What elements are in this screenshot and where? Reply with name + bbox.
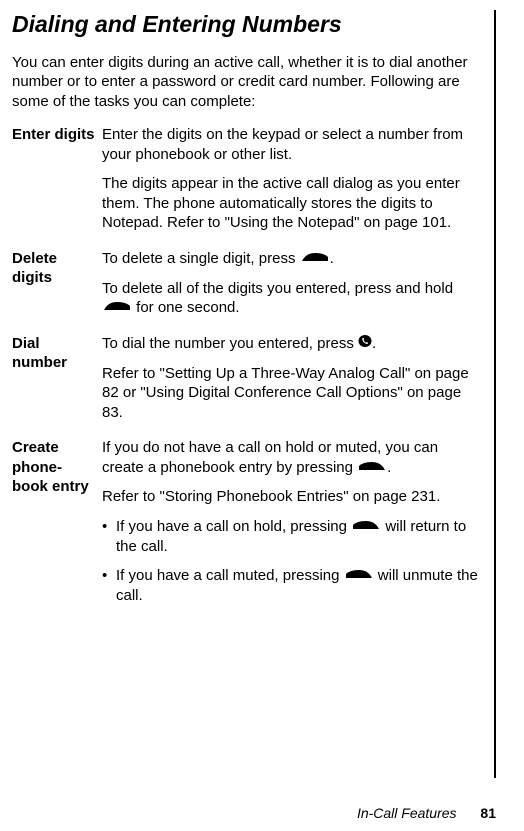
create-bullet-2: If you have a call muted, pressing will … [102, 566, 478, 605]
label-dial-number: Dial number [12, 334, 102, 432]
enter-p1: Enter the digits on the keypad or select… [102, 125, 478, 164]
enter-p2: The digits appear in the active call dia… [102, 174, 478, 233]
send-key-icon [358, 334, 372, 354]
create-p2: Refer to "Storing Phonebook Entries" on … [102, 487, 478, 507]
label-enter-digits: Enter digits [12, 125, 102, 243]
create-bullet-1: If you have a call on hold, pressing wil… [102, 517, 478, 556]
row-delete-digits: Delete digits To delete a single digit, … [12, 249, 478, 328]
softkey-left-icon [300, 249, 330, 269]
footer-section: In-Call Features [357, 805, 457, 821]
delete-p1: To delete a single digit, press . [102, 249, 478, 269]
label-delete-digits: Delete digits [12, 249, 102, 328]
softkey-left-icon [102, 298, 132, 318]
softkey-right-icon [344, 566, 374, 586]
create-p1: If you do not have a call on hold or mut… [102, 438, 478, 477]
row-enter-digits: Enter digits Enter the digits on the key… [12, 125, 478, 243]
intro-paragraph: You can enter digits during an active ca… [12, 53, 478, 112]
dial-p2: Refer to "Setting Up a Three-Way Analog … [102, 364, 478, 423]
softkey-right-icon [357, 458, 387, 478]
softkey-right-icon [351, 517, 381, 537]
dial-p1: To dial the number you entered, press . [102, 334, 478, 354]
page-heading: Dialing and Entering Numbers [12, 10, 478, 39]
label-create-entry: Create phone-book entry [12, 438, 102, 615]
delete-p2: To delete all of the digits you entered,… [102, 279, 478, 318]
row-dial-number: Dial number To dial the number you enter… [12, 334, 478, 432]
footer-page-number: 81 [480, 805, 496, 821]
row-create-entry: Create phone-book entry If you do not ha… [12, 438, 478, 615]
page-footer: In-Call Features 81 [357, 805, 496, 821]
